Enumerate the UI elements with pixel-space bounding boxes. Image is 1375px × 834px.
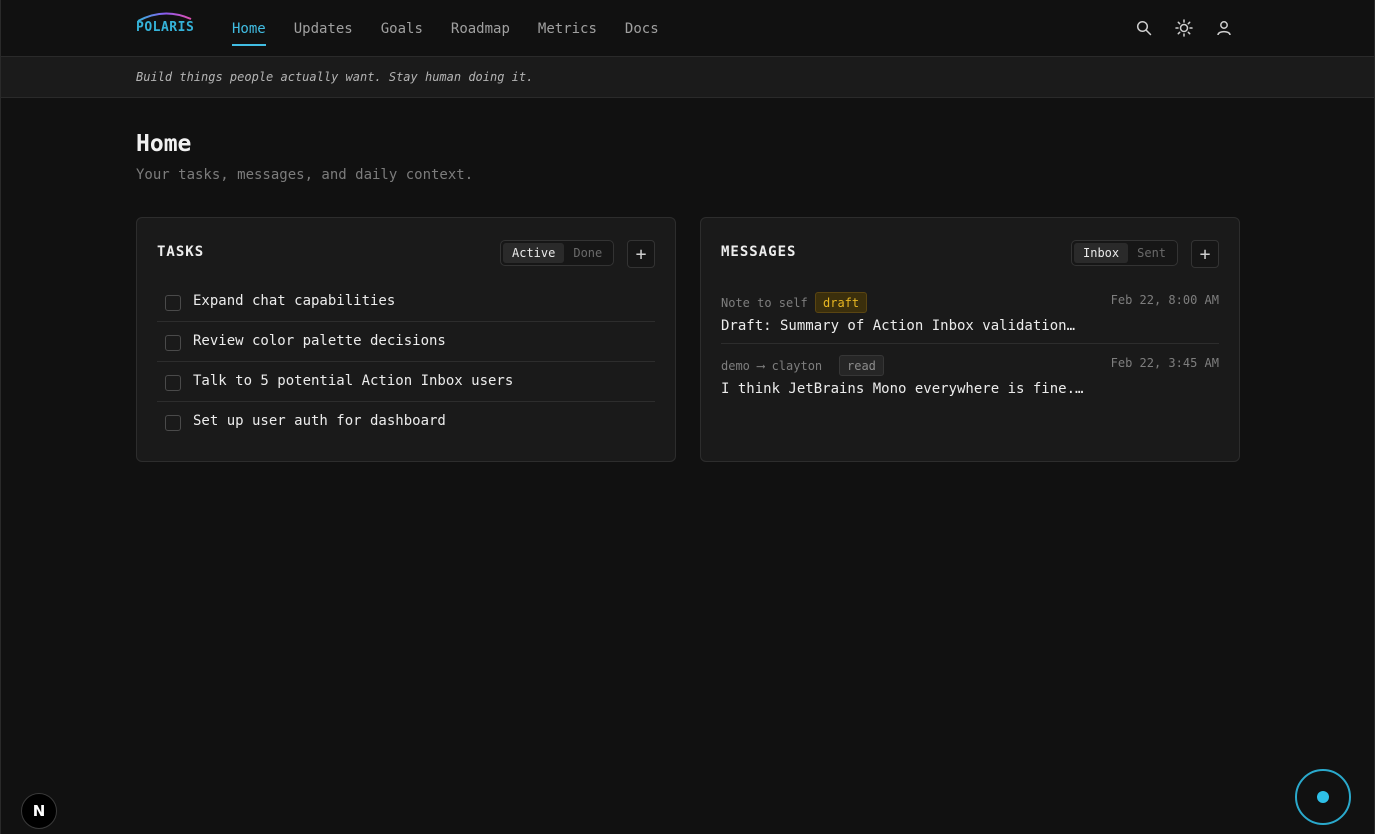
compose-message-button[interactable]: + (1191, 240, 1219, 268)
logo-text: POLARIS (136, 20, 195, 35)
main-nav: Home Updates Goals Roadmap Metrics Docs (232, 0, 687, 57)
assistant-fab-button[interactable] (1295, 769, 1351, 825)
search-icon[interactable] (1134, 17, 1154, 39)
tasks-title: TASKS (157, 244, 205, 260)
message-subject: Draft: Summary of Action Inbox validatio… (721, 318, 1076, 334)
task-row: Set up user auth for dashboard (157, 402, 655, 442)
nextjs-badge[interactable]: N (21, 793, 57, 829)
task-checkbox[interactable] (165, 415, 181, 431)
task-checkbox[interactable] (165, 295, 181, 311)
nav-docs[interactable]: Docs (625, 0, 659, 57)
message-time: Feb 22, 8:00 AM (1110, 293, 1219, 307)
message-item[interactable]: Note to self draft Feb 22, 8:00 AM Draft… (721, 282, 1219, 344)
messages-filter-sent[interactable]: Sent (1128, 243, 1175, 263)
tasks-filter-active[interactable]: Active (503, 243, 565, 263)
messages-filter-inbox[interactable]: Inbox (1074, 243, 1129, 263)
nav-metrics[interactable]: Metrics (538, 0, 597, 57)
task-row: Talk to 5 potential Action Inbox users (157, 362, 655, 402)
sun-icon[interactable] (1174, 17, 1194, 39)
messages-filter-toggle: Inbox Sent (1071, 240, 1179, 266)
task-label: Set up user auth for dashboard (193, 413, 446, 429)
task-label: Review color palette decisions (193, 333, 446, 349)
messages-title: MESSAGES (721, 244, 797, 260)
nav-updates[interactable]: Updates (294, 0, 353, 57)
add-task-button[interactable]: + (627, 240, 655, 268)
task-row: Review color palette decisions (157, 322, 655, 362)
message-from: Note to self (721, 296, 808, 310)
task-checkbox[interactable] (165, 375, 181, 391)
polaris-logo[interactable]: POLARIS (136, 9, 196, 39)
tagline-bar: Build things people actually want. Stay … (1, 57, 1374, 98)
tasks-filter-toggle: Active Done (500, 240, 615, 266)
tasks-card: TASKS Active Done + Expand chat capabili… (136, 217, 676, 462)
top-icons (1134, 17, 1234, 39)
tagline-text: Build things people actually want. Stay … (136, 70, 534, 84)
status-badge: draft (815, 292, 868, 313)
nav-home[interactable]: Home (232, 0, 266, 57)
message-subject: I think JetBrains Mono everywhere is fin… (721, 381, 1084, 397)
nav-goals[interactable]: Goals (381, 0, 423, 57)
status-badge: read (839, 355, 884, 376)
task-checkbox[interactable] (165, 335, 181, 351)
page-title: Home (136, 131, 192, 157)
task-label: Talk to 5 potential Action Inbox users (193, 373, 514, 389)
user-icon[interactable] (1214, 17, 1234, 39)
message-from: demo ⟶ clayton (721, 359, 823, 373)
message-time: Feb 22, 3:45 AM (1110, 356, 1219, 370)
task-label: Expand chat capabilities (193, 293, 396, 309)
message-item[interactable]: demo ⟶ clayton read Feb 22, 3:45 AM I th… (721, 345, 1219, 407)
nav-roadmap[interactable]: Roadmap (451, 0, 510, 57)
top-bar: POLARIS Home Updates Goals Roadmap Metri… (1, 0, 1374, 57)
page-subtitle: Your tasks, messages, and daily context. (136, 167, 474, 183)
record-dot-icon (1317, 791, 1329, 803)
task-row: Expand chat capabilities (157, 282, 655, 322)
messages-card: MESSAGES Inbox Sent + Note to self draft… (700, 217, 1240, 462)
tasks-filter-done[interactable]: Done (564, 243, 611, 263)
